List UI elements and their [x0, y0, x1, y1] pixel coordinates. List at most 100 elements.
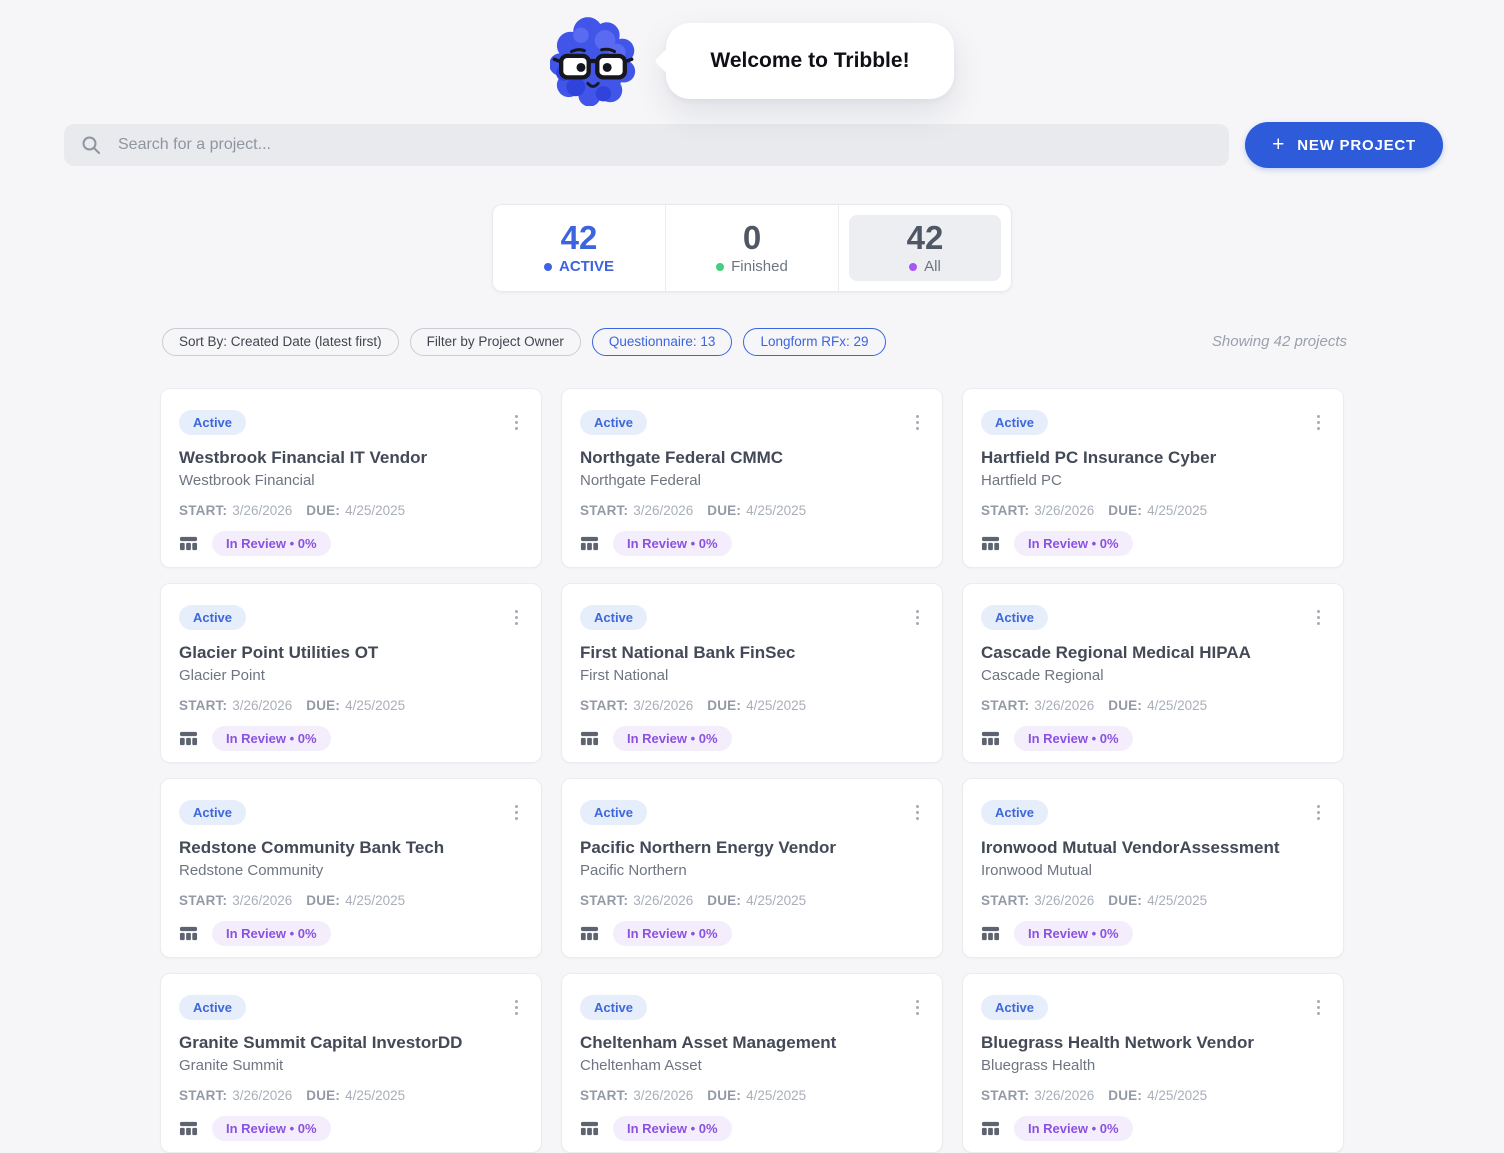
filter-chip-sort[interactable]: Sort By: Created Date (latest first) [162, 328, 399, 356]
project-card[interactable]: Active Hartfield PC Insurance Cyber Hart… [962, 387, 1344, 568]
project-card[interactable]: Active First National Bank FinSec First … [561, 582, 943, 763]
filter-chip-longform[interactable]: Longform RFx: 29 [743, 328, 886, 356]
project-card[interactable]: Active Cheltenham Asset Management Chelt… [561, 972, 943, 1153]
projects-grid: Active Westbrook Financial IT Vendor Wes… [160, 387, 1344, 1153]
stat-label-finished: Finished [731, 258, 788, 276]
card-due-value: 4/25/2025 [746, 1087, 807, 1103]
card-due-value: 4/25/2025 [345, 697, 406, 713]
all-dot-icon [909, 262, 918, 271]
stat-value-finished: 0 [742, 218, 762, 256]
active-dot-icon [543, 262, 552, 271]
card-title: Ironwood Mutual VendorAssessment [981, 837, 1280, 857]
filter-chip-questionnaire[interactable]: Questionnaire: 13 [591, 328, 733, 356]
card-start-value: 3/26/2026 [232, 1087, 293, 1103]
card-due-label: DUE: [306, 502, 341, 518]
card-status-badge: Active [580, 604, 648, 630]
card-progress-badge: In Review • 0% [212, 725, 331, 751]
card-status-badge: Active [179, 409, 247, 435]
card-title: Redstone Community Bank Tech [179, 837, 445, 857]
card-start-label: START: [179, 697, 228, 713]
card-due-label: DUE: [707, 697, 742, 713]
kebab-menu-icon[interactable] [914, 608, 922, 628]
welcome-text: Welcome to Tribble! [710, 49, 910, 72]
project-card[interactable]: Active Ironwood Mutual VendorAssessment … [962, 777, 1344, 958]
card-start-value: 3/26/2026 [1034, 892, 1095, 908]
card-start-label: START: [179, 502, 228, 518]
card-start-label: START: [981, 892, 1030, 908]
kebab-menu-icon[interactable] [914, 803, 922, 823]
stats-section: 42 ACTIVE 0 Finished 42 All [0, 204, 1504, 292]
card-due-label: DUE: [1108, 892, 1143, 908]
kebab-menu-icon[interactable] [1315, 413, 1323, 433]
card-due-label: DUE: [707, 502, 742, 518]
card-status-badge: Active [981, 994, 1049, 1020]
kebab-menu-icon[interactable] [1315, 998, 1323, 1018]
card-progress-badge: In Review • 0% [613, 1115, 732, 1141]
card-due-label: DUE: [707, 1087, 742, 1103]
card-start-label: START: [981, 697, 1030, 713]
project-card[interactable]: Active Cascade Regional Medical HIPAA Ca… [962, 582, 1344, 763]
card-due-value: 4/25/2025 [1147, 1087, 1208, 1103]
table-icon [981, 1119, 1000, 1138]
card-due-label: DUE: [306, 892, 341, 908]
card-progress-badge: In Review • 0% [212, 920, 331, 946]
kebab-menu-icon[interactable] [1315, 608, 1323, 628]
card-subtitle: Cascade Regional [981, 666, 1104, 684]
kebab-menu-icon[interactable] [513, 608, 521, 628]
project-card[interactable]: Active Pacific Northern Energy Vendor Pa… [561, 777, 943, 958]
card-progress-badge: In Review • 0% [1014, 530, 1133, 556]
stat-cell-active[interactable]: 42 ACTIVE [493, 205, 665, 291]
filters-row: Sort By: Created Date (latest first) Fil… [162, 328, 1347, 356]
table-icon [179, 1119, 198, 1138]
stat-value-all: 42 [906, 218, 944, 256]
new-project-button[interactable]: + NEW PROJECT [1245, 122, 1443, 168]
kebab-menu-icon[interactable] [513, 413, 521, 433]
showing-count-text: Showing 42 projects [1211, 333, 1347, 351]
kebab-menu-icon[interactable] [513, 998, 521, 1018]
card-due-value: 4/25/2025 [1147, 502, 1208, 518]
card-due-label: DUE: [306, 697, 341, 713]
card-start-value: 3/26/2026 [1034, 1087, 1095, 1103]
table-icon [981, 924, 1000, 943]
kebab-menu-icon[interactable] [914, 998, 922, 1018]
card-due-label: DUE: [306, 1087, 341, 1103]
kebab-menu-icon[interactable] [513, 803, 521, 823]
project-card[interactable]: Active Bluegrass Health Network Vendor B… [962, 972, 1344, 1153]
project-card[interactable]: Active Granite Summit Capital InvestorDD… [160, 972, 542, 1153]
card-start-label: START: [179, 892, 228, 908]
card-progress-badge: In Review • 0% [1014, 920, 1133, 946]
card-start-label: START: [580, 697, 629, 713]
card-due-label: DUE: [1108, 502, 1143, 518]
card-status-badge: Active [179, 604, 247, 630]
kebab-menu-icon[interactable] [1315, 803, 1323, 823]
stat-value-active: 42 [560, 218, 598, 256]
table-icon [179, 924, 198, 943]
card-status-badge: Active [179, 994, 247, 1020]
card-due-value: 4/25/2025 [1147, 892, 1208, 908]
card-progress-badge: In Review • 0% [212, 1115, 331, 1141]
card-progress-badge: In Review • 0% [613, 530, 732, 556]
project-card[interactable]: Active Redstone Community Bank Tech Reds… [160, 777, 542, 958]
project-card[interactable]: Active Northgate Federal CMMC Northgate … [561, 387, 943, 568]
card-subtitle: Pacific Northern [580, 861, 687, 879]
card-start-label: START: [580, 1087, 629, 1103]
stat-cell-all[interactable]: 42 All [838, 205, 1011, 291]
table-icon [580, 1119, 599, 1138]
card-subtitle: Bluegrass Health [981, 1056, 1096, 1074]
stat-cell-finished[interactable]: 0 Finished [665, 205, 838, 291]
search-input[interactable] [116, 135, 1213, 155]
card-start-label: START: [179, 1087, 228, 1103]
card-start-label: START: [580, 502, 629, 518]
project-card[interactable]: Active Westbrook Financial IT Vendor Wes… [160, 387, 542, 568]
project-card[interactable]: Active Glacier Point Utilities OT Glacie… [160, 582, 542, 763]
card-due-value: 4/25/2025 [345, 502, 406, 518]
finished-dot-icon [716, 262, 725, 271]
card-subtitle: Westbrook Financial [179, 471, 315, 489]
card-start-value: 3/26/2026 [633, 1087, 694, 1103]
table-icon [981, 534, 1000, 553]
stat-label-active: ACTIVE [558, 258, 614, 276]
filter-chip-owner[interactable]: Filter by Project Owner [409, 328, 581, 356]
stats-card: 42 ACTIVE 0 Finished 42 All [492, 204, 1012, 292]
kebab-menu-icon[interactable] [914, 413, 922, 433]
card-subtitle: Cheltenham Asset [580, 1056, 702, 1074]
